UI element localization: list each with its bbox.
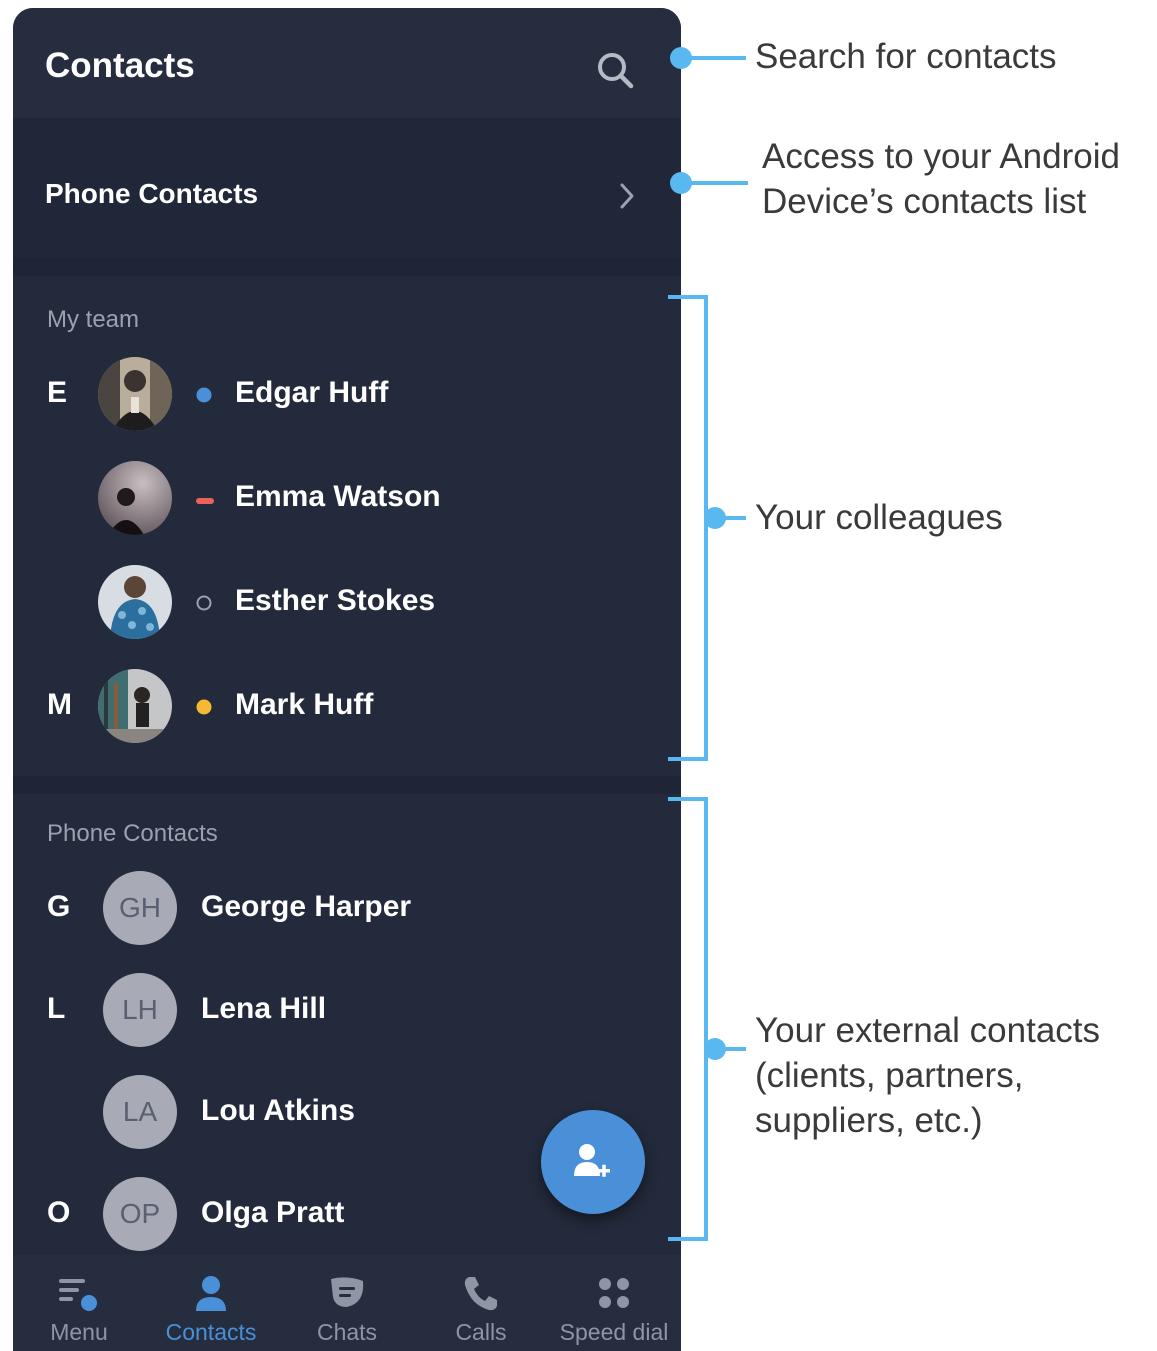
contact-name: Esther Stokes: [235, 584, 436, 617]
add-contact-button[interactable]: [541, 1110, 645, 1214]
nav-label: Chats: [316, 1319, 378, 1345]
add-contact-icon: [574, 1144, 610, 1177]
team-section: My team E Edgar Huff Emma Watson Esther …: [13, 276, 681, 776]
contact-row[interactable]: G GH George Harper: [13, 858, 681, 958]
annotation-bracket: [668, 295, 708, 761]
calls-icon: [464, 1277, 497, 1311]
page-title: Contacts: [45, 46, 195, 85]
index-letter: O: [47, 1196, 71, 1229]
chevron-right-icon: [617, 182, 637, 210]
contact-row[interactable]: Esther Stokes: [13, 552, 681, 652]
section-divider: [13, 776, 681, 794]
phone-contacts-label: Phone Contacts: [45, 178, 259, 209]
annotation-external-line1: Your external contacts: [755, 1011, 1101, 1050]
nav-label: Contacts: [165, 1319, 257, 1345]
annotation-colleagues: Your colleagues: [755, 498, 1003, 537]
annotation-phone-contacts-line1: Access to your Android: [762, 137, 1120, 176]
annotation-line: [720, 516, 746, 520]
annotation-search: Search for contacts: [755, 37, 1057, 76]
annotation-external-line2: (clients, partners,: [755, 1056, 1024, 1095]
nav-calls[interactable]: Calls: [415, 1255, 547, 1351]
annotation-phone-contacts-line2: Device’s contacts list: [762, 182, 1087, 221]
status-offline-icon: [196, 595, 212, 616]
contact-name: Edgar Huff: [235, 376, 389, 409]
bottom-nav: Menu Contacts Chats Calls Speed dial: [13, 1255, 681, 1351]
contact-name: George Harper: [201, 890, 412, 923]
contact-row[interactable]: E Edgar Huff: [13, 344, 681, 444]
index-letter: L: [47, 992, 66, 1025]
search-icon[interactable]: [593, 48, 637, 92]
avatar: [98, 461, 172, 535]
contact-name: Emma Watson: [235, 480, 441, 513]
phone-contacts-link[interactable]: Phone Contacts: [13, 118, 681, 258]
chats-icon: [331, 1277, 364, 1307]
index-letter: G: [47, 890, 71, 923]
contact-row[interactable]: M Mark Huff: [13, 656, 681, 756]
app-window: Contacts Phone Contacts My team E Edgar …: [13, 8, 681, 1351]
status-do-not-disturb-icon: [196, 493, 214, 511]
status-available-icon: [196, 387, 212, 408]
annotation-line: [686, 56, 746, 60]
avatar-initials: OP: [103, 1177, 177, 1251]
nav-label: Speed dial: [559, 1319, 669, 1345]
speed-dial-icon: [599, 1278, 629, 1308]
avatar: [98, 565, 172, 639]
section-title: Phone Contacts: [47, 820, 218, 847]
annotation-external-line3: suppliers, etc.): [755, 1101, 983, 1140]
contact-name: Lena Hill: [201, 992, 327, 1025]
avatar: [98, 357, 172, 431]
section-divider: [13, 258, 681, 276]
section-title: My team: [47, 306, 140, 333]
annotation-line: [686, 181, 748, 185]
avatar-initials: GH: [103, 871, 177, 945]
contacts-icon: [196, 1276, 226, 1311]
nav-speed-dial[interactable]: Speed dial: [547, 1255, 681, 1351]
avatar-initials: LA: [103, 1075, 177, 1149]
avatar-initials: LH: [103, 973, 177, 1047]
menu-icon: [59, 1279, 97, 1311]
contact-name: Olga Pratt: [201, 1196, 345, 1229]
avatar: [98, 669, 172, 743]
contact-name: Mark Huff: [235, 688, 374, 721]
nav-label: Calls: [455, 1319, 507, 1345]
index-letter: E: [47, 376, 68, 409]
nav-contacts[interactable]: Contacts: [145, 1255, 277, 1351]
index-letter: M: [47, 688, 72, 721]
app-header: Contacts: [13, 8, 681, 118]
annotation-bracket: [668, 797, 708, 1241]
nav-label: Menu: [50, 1319, 108, 1345]
contact-row[interactable]: L LH Lena Hill: [13, 960, 681, 1060]
nav-menu[interactable]: Menu: [13, 1255, 145, 1351]
nav-chats[interactable]: Chats: [279, 1255, 415, 1351]
contact-name: Lou Atkins: [201, 1094, 355, 1127]
status-away-icon: [196, 699, 212, 720]
contact-row[interactable]: Emma Watson: [13, 448, 681, 548]
annotation-line: [720, 1047, 746, 1051]
